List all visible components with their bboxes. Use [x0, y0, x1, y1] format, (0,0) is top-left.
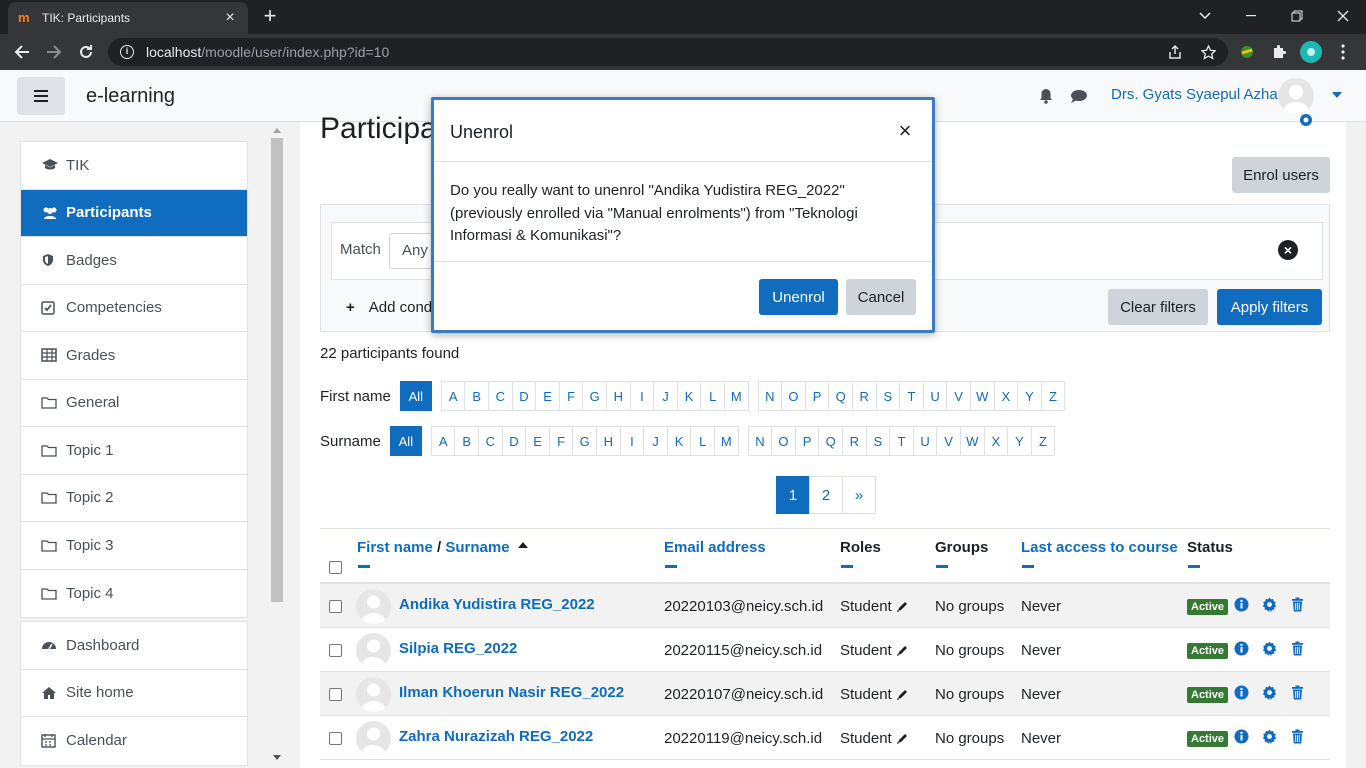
unenrol-dialog: Unenrol × Do you really want to unenrol … — [431, 97, 935, 333]
dialog-footer: Unenrol Cancel — [434, 261, 932, 333]
dialog-close-icon[interactable]: × — [896, 120, 914, 142]
dialog-message: Do you really want to unenrol "Andika Yu… — [450, 182, 858, 244]
cancel-button[interactable]: Cancel — [846, 279, 916, 315]
confirm-unenrol-button[interactable]: Unenrol — [759, 279, 838, 315]
dialog-header: Unenrol × — [434, 100, 932, 162]
dialog-title: Unenrol — [450, 122, 514, 142]
